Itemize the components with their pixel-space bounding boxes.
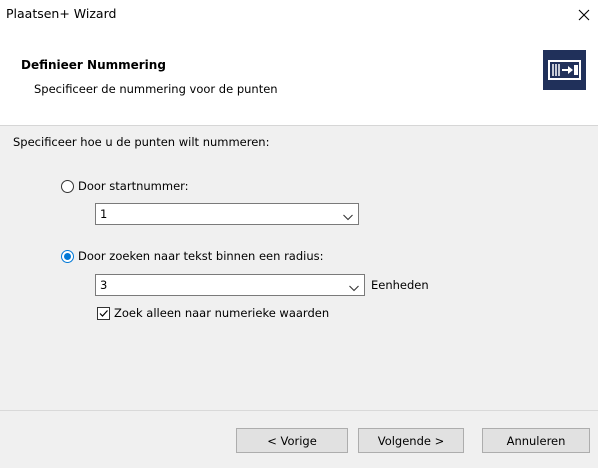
- cancel-button[interactable]: Annuleren: [482, 428, 590, 453]
- numeric-only-label: Zoek alleen naar numerieke waarden: [114, 306, 330, 320]
- wizard-header: Definieer Nummering Specificeer de numme…: [0, 30, 598, 124]
- radio-search-text-indicator[interactable]: [61, 249, 74, 263]
- numeric-only-checkbox[interactable]: [97, 306, 110, 320]
- numeric-only-checkbox-row[interactable]: Zoek alleen naar numerieke waarden: [97, 306, 329, 320]
- radio-search-text-label: Door zoeken naar tekst binnen een radius…: [78, 249, 324, 263]
- radio-start-number[interactable]: Door startnummer:: [61, 179, 189, 193]
- back-button[interactable]: < Vorige: [236, 428, 348, 453]
- close-icon[interactable]: [572, 3, 596, 27]
- wizard-logo-icon: [543, 50, 586, 90]
- radio-start-number-indicator[interactable]: [61, 179, 74, 193]
- numbering-prompt: Specificeer hoe u de punten wilt nummere…: [13, 135, 270, 149]
- radius-dropdown[interactable]: 3: [95, 274, 365, 296]
- chevron-down-icon[interactable]: [349, 281, 359, 292]
- radio-start-number-label: Door startnummer:: [78, 179, 189, 193]
- radius-value: 3: [100, 278, 108, 292]
- wizard-content: Specificeer hoe u de punten wilt nummere…: [0, 126, 598, 410]
- chevron-down-icon[interactable]: [343, 210, 353, 221]
- radio-search-text[interactable]: Door zoeken naar tekst binnen een radius…: [61, 249, 324, 263]
- start-number-dropdown[interactable]: 1: [95, 203, 359, 225]
- window-title: Plaatsen+ Wizard: [6, 6, 117, 21]
- start-number-value: 1: [100, 207, 108, 221]
- next-button[interactable]: Volgende >: [358, 428, 464, 453]
- wizard-footer: < Vorige Volgende > Annuleren: [0, 411, 598, 468]
- page-title: Definieer Nummering: [21, 58, 166, 72]
- title-bar: Plaatsen+ Wizard: [0, 0, 598, 30]
- page-subtitle: Specificeer de nummering voor de punten: [34, 82, 278, 96]
- units-label: Eenheden: [371, 278, 429, 292]
